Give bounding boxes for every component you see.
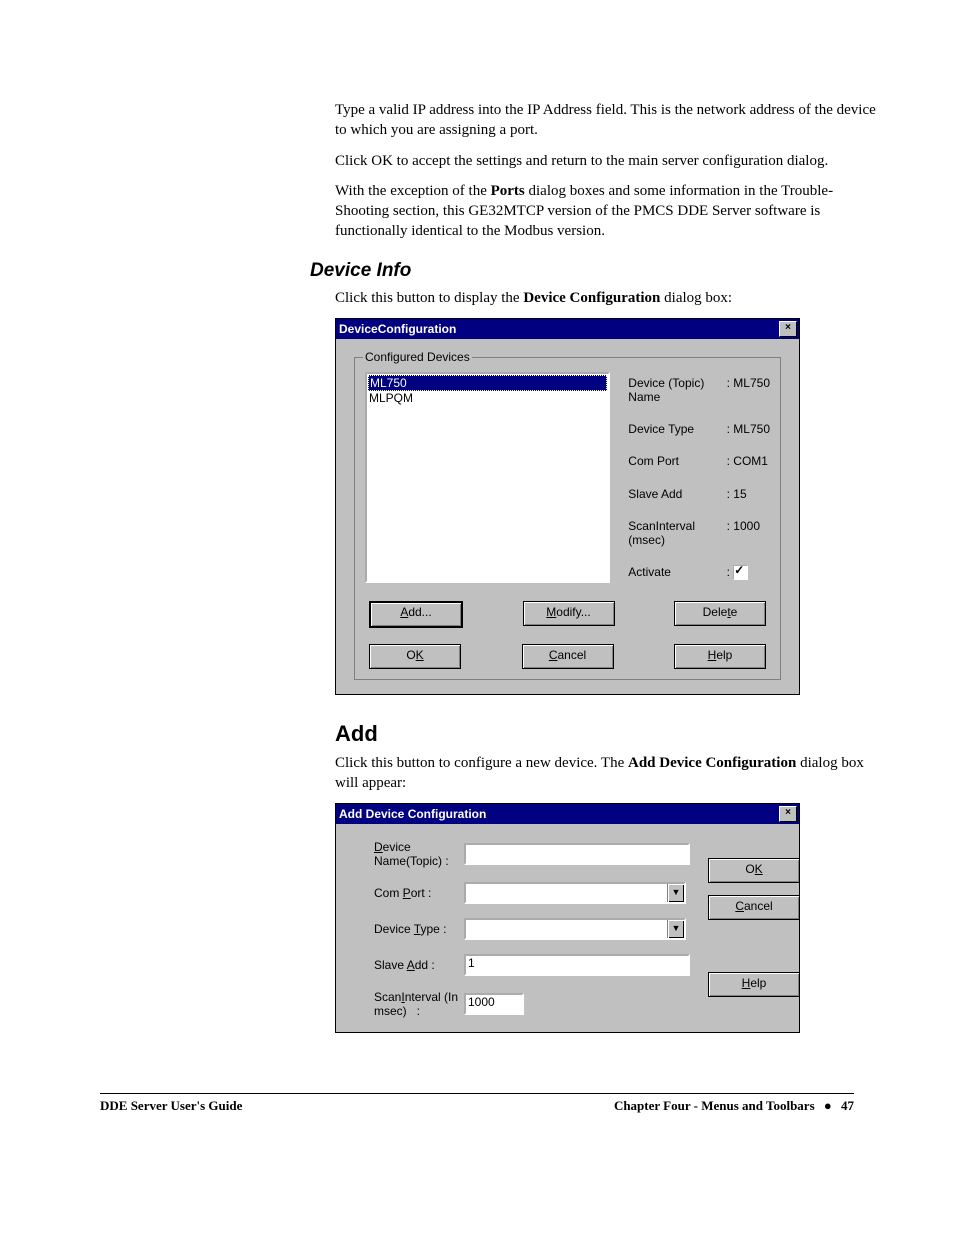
field-label: Com Port	[628, 454, 723, 470]
dialog-titlebar: DeviceConfiguration ×	[336, 319, 799, 339]
separator: :	[723, 565, 733, 583]
field-label: Activate	[628, 565, 723, 583]
add-device-configuration-dialog: Add Device Configuration × DeviceName(To…	[335, 803, 800, 1033]
dialog-title: DeviceConfiguration	[339, 322, 456, 336]
text-bold: Ports	[491, 183, 525, 199]
add-button[interactable]: Add...	[369, 601, 463, 628]
separator: :	[723, 454, 733, 470]
dialog-title: Add Device Configuration	[339, 807, 486, 821]
modify-button[interactable]: Modify...	[523, 601, 615, 626]
footer-dot: ●	[818, 1098, 838, 1113]
device-name-label: DeviceName(Topic) :	[374, 840, 464, 868]
text-bold: Add Device Configuration	[628, 755, 796, 771]
list-item[interactable]: ML750	[368, 375, 607, 391]
paragraph: Type a valid IP address into the IP Addr…	[100, 100, 881, 141]
field-value: 1000	[733, 519, 770, 549]
field-value	[733, 565, 770, 583]
close-icon[interactable]: ×	[779, 806, 797, 822]
device-listbox[interactable]: ML750 MLPQM	[365, 372, 610, 583]
slave-add-input[interactable]: 1	[464, 954, 690, 976]
footer-page-number: 47	[841, 1098, 854, 1113]
activate-checkbox[interactable]	[733, 565, 748, 580]
device-type-label: Device Type :	[374, 922, 464, 936]
chevron-down-icon[interactable]: ▼	[667, 920, 684, 938]
paragraph: Click this button to configure a new dev…	[100, 753, 881, 794]
field-label: ScanInterval (msec)	[628, 519, 723, 549]
device-name-input[interactable]	[464, 843, 690, 865]
list-item[interactable]: MLPQM	[368, 391, 607, 405]
device-details: Device (Topic) Name : ML750 Device Type …	[628, 376, 770, 583]
cancel-button[interactable]: Cancel	[522, 644, 614, 669]
scan-interval-input[interactable]: 1000	[464, 993, 524, 1015]
chevron-down-icon[interactable]: ▼	[667, 884, 684, 902]
separator: :	[723, 519, 733, 549]
page-footer: DDE Server User's Guide Chapter Four - M…	[0, 1094, 954, 1114]
footer-chapter: Chapter Four - Menus and Toolbars	[614, 1098, 815, 1113]
field-label: Device Type	[628, 422, 723, 438]
ok-button[interactable]: OK	[369, 644, 461, 669]
text: Click this button to display the	[335, 290, 523, 306]
configured-devices-group: Configured Devices ML750 MLPQM Device (T…	[354, 357, 781, 680]
ok-button[interactable]: OK	[708, 858, 800, 883]
combo-value	[466, 884, 667, 902]
combo-value	[466, 920, 667, 938]
groupbox-label: Configured Devices	[363, 350, 472, 364]
field-value: 15	[733, 487, 770, 503]
field-value: ML750	[733, 376, 770, 406]
text: Click this button to configure a new dev…	[335, 755, 628, 771]
text: With the exception of the	[335, 183, 491, 199]
com-port-label: Com Port :	[374, 886, 464, 900]
dialog-titlebar: Add Device Configuration ×	[336, 804, 799, 824]
footer-left: DDE Server User's Guide	[100, 1098, 242, 1114]
device-type-select[interactable]: ▼	[464, 918, 686, 940]
text: dialog box:	[660, 290, 732, 306]
delete-button[interactable]: Delete	[674, 601, 766, 626]
separator: :	[723, 487, 733, 503]
separator: :	[723, 422, 733, 438]
device-configuration-dialog: DeviceConfiguration × Configured Devices…	[335, 318, 800, 695]
paragraph: Click this button to display the Device …	[100, 288, 881, 308]
field-value: ML750	[733, 422, 770, 438]
separator: :	[723, 376, 733, 406]
close-icon[interactable]: ×	[779, 321, 797, 337]
help-button[interactable]: Help	[708, 972, 800, 997]
paragraph: Click OK to accept the settings and retu…	[100, 151, 881, 171]
scan-interval-label: ScanInterval (Inmsec) :	[374, 990, 464, 1018]
field-value: COM1	[733, 454, 770, 470]
paragraph: With the exception of the Ports dialog b…	[100, 181, 881, 242]
slave-add-label: Slave Add :	[374, 958, 464, 972]
com-port-select[interactable]: ▼	[464, 882, 686, 904]
footer-right: Chapter Four - Menus and Toolbars ● 47	[614, 1098, 854, 1114]
field-label: Device (Topic) Name	[628, 376, 723, 406]
help-button[interactable]: Help	[674, 644, 766, 669]
section-heading-device-info: Device Info	[310, 260, 881, 282]
cancel-button[interactable]: Cancel	[708, 895, 800, 920]
field-label: Slave Add	[628, 487, 723, 503]
text-bold: Device Configuration	[523, 290, 660, 306]
section-heading-add: Add	[335, 721, 881, 747]
